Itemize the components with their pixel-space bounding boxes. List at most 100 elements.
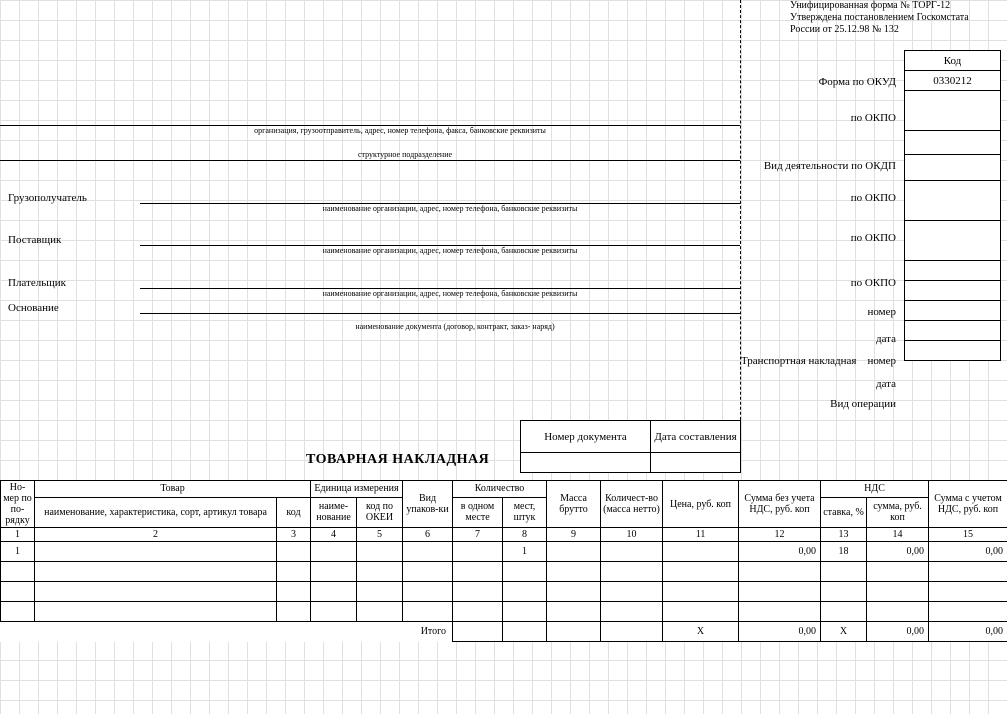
cell-qty_places[interactable]: 1 [503, 542, 547, 562]
cell-qty_places[interactable] [503, 582, 547, 602]
cell-sum_no_vat[interactable] [739, 602, 821, 622]
cell-unit_code[interactable] [357, 602, 403, 622]
cell-vat_rate[interactable] [821, 582, 867, 602]
cell-sum_no_vat[interactable] [739, 562, 821, 582]
cell-vat_rate[interactable] [821, 602, 867, 622]
okpo2-value[interactable] [905, 155, 1001, 181]
okpo4-label: по ОКПО [716, 277, 896, 289]
cell-net[interactable] [601, 542, 663, 562]
okpo4-value[interactable] [905, 221, 1001, 261]
form-note-line: Унифицированная форма № ТОРГ-12 [790, 0, 969, 12]
okpo1-value[interactable] [905, 91, 1001, 131]
th-goods-code: код [277, 497, 311, 527]
okdp-value[interactable] [905, 131, 1001, 155]
goods-table: Но-мер по по-рядку Товар Единица измерен… [0, 480, 1007, 642]
cell-no[interactable]: 1 [1, 542, 35, 562]
struct-caption: структурное подразделение [330, 150, 480, 159]
cell-no[interactable] [1, 582, 35, 602]
cell-qty_one[interactable] [453, 542, 503, 562]
basis-num-value[interactable] [905, 261, 1001, 281]
cell-qty_places[interactable] [503, 602, 547, 622]
basis-date-value[interactable] [905, 281, 1001, 301]
oper-value[interactable] [905, 341, 1001, 361]
cell-no[interactable] [1, 602, 35, 622]
cell-qty_one[interactable] [453, 582, 503, 602]
cell-unit_name[interactable] [311, 582, 357, 602]
cell-unit_name[interactable] [311, 542, 357, 562]
cell-sum_vat[interactable] [929, 562, 1007, 582]
cell-sum_no_vat[interactable]: 0,00 [739, 542, 821, 562]
cell-sum_vat[interactable]: 0,00 [929, 542, 1007, 562]
trans-label: Транспортная накладная номер [690, 355, 896, 367]
cell-pack[interactable] [403, 602, 453, 622]
doc-num-value[interactable] [521, 453, 651, 473]
table-row[interactable] [1, 602, 1007, 622]
cell-vat_sum[interactable]: 0,00 [867, 542, 929, 562]
okpo3-label: по ОКПО [716, 232, 896, 244]
trans-date-value[interactable] [905, 321, 1001, 341]
cell-name[interactable] [35, 542, 277, 562]
cell-unit_code[interactable] [357, 542, 403, 562]
table-row[interactable] [1, 582, 1007, 602]
cell-unit_name[interactable] [311, 602, 357, 622]
cell-qty_one[interactable] [453, 602, 503, 622]
doc-date-value[interactable] [651, 453, 741, 473]
basis-num-label: номер [716, 306, 896, 318]
th-goods-name: наименование, характеристика, сорт, арти… [35, 497, 277, 527]
cell-pack[interactable] [403, 582, 453, 602]
cell-unit_code[interactable] [357, 582, 403, 602]
trans-num-value[interactable] [905, 301, 1001, 321]
cell-no[interactable] [1, 562, 35, 582]
cell-vat_rate[interactable]: 18 [821, 542, 867, 562]
cell-price[interactable] [663, 582, 739, 602]
cell-net[interactable] [601, 602, 663, 622]
cell-gross[interactable] [547, 602, 601, 622]
cell-name[interactable] [35, 582, 277, 602]
cell-vat_sum[interactable] [867, 602, 929, 622]
cell-unit_name[interactable] [311, 562, 357, 582]
doc-title: ТОВАРНАЯ НАКЛАДНАЯ [306, 452, 489, 468]
cell-price[interactable] [663, 562, 739, 582]
cell-price[interactable] [663, 602, 739, 622]
col-num-row: 123 456 789 101112 131415 [1, 528, 1007, 542]
code-table: Код 0330212 [904, 50, 1001, 361]
cell-vat_rate[interactable] [821, 562, 867, 582]
doc-num-label: Номер документа [521, 421, 651, 453]
cell-code[interactable] [277, 542, 311, 562]
th-sum-vat: Сумма с учетом НДС, руб. коп [929, 481, 1007, 528]
cell-sum_no_vat[interactable] [739, 582, 821, 602]
cell-pack[interactable] [403, 542, 453, 562]
cell-gross[interactable] [547, 542, 601, 562]
cell-code[interactable] [277, 582, 311, 602]
cell-gross[interactable] [547, 582, 601, 602]
okpo2-label: по ОКПО [716, 192, 896, 204]
cell-net[interactable] [601, 562, 663, 582]
cell-name[interactable] [35, 602, 277, 622]
cell-price[interactable] [663, 542, 739, 562]
cell-pack[interactable] [403, 562, 453, 582]
cell-name[interactable] [35, 562, 277, 582]
cell-code[interactable] [277, 602, 311, 622]
table-row[interactable] [1, 562, 1007, 582]
table-row[interactable]: 110,00180,000,00 [1, 542, 1007, 562]
consignee-label: Грузополучатель [8, 192, 87, 204]
totals-row: Итого Х 0,00 Х 0,00 0,00 [1, 622, 1007, 642]
cell-qty_one[interactable] [453, 562, 503, 582]
cell-sum_vat[interactable] [929, 582, 1007, 602]
cell-unit_code[interactable] [357, 562, 403, 582]
doc-num-date-table: Номер документа Дата составления [520, 420, 741, 473]
cell-qty_places[interactable] [503, 562, 547, 582]
okpo3-value[interactable] [905, 181, 1001, 221]
cell-vat_sum[interactable] [867, 582, 929, 602]
cell-sum_vat[interactable] [929, 602, 1007, 622]
cell-net[interactable] [601, 582, 663, 602]
cell-code[interactable] [277, 562, 311, 582]
payer-label: Плательщик [8, 277, 66, 289]
basis-caption: наименование документа (договор, контрак… [320, 322, 590, 331]
cell-vat_sum[interactable] [867, 562, 929, 582]
th-qty: Количество [453, 481, 547, 498]
th-qty-one: в одном месте [453, 497, 503, 527]
okdp-label: Вид деятельности по ОКДП [716, 160, 896, 172]
basis-label: Основание [8, 302, 59, 314]
cell-gross[interactable] [547, 562, 601, 582]
